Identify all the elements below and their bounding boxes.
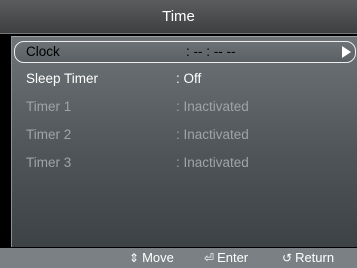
key-guide-bar: ⇕ Move ⏎ Enter ↺ Return — [0, 248, 357, 268]
menu-item-label: Timer 2 — [26, 127, 72, 142]
time-menu-panel: Clock : -- : -- -- Sleep Timer : Off Tim… — [11, 36, 357, 247]
key-guide-label: Enter — [217, 250, 249, 265]
menu-item-label: Timer 1 — [26, 99, 72, 114]
menu-item-clock[interactable]: Clock : -- : -- -- — [14, 41, 356, 63]
menu-item-label: Sleep Timer — [26, 71, 99, 86]
key-guide-return: ↺ Return — [282, 248, 334, 268]
menu-item-value: : -- : -- -- — [186, 44, 236, 59]
menu-item-value: : Inactivated — [176, 127, 249, 142]
menu-item-label: Clock — [26, 44, 60, 59]
menu-item-label: Timer 3 — [26, 155, 72, 170]
menu-title: Time — [0, 0, 357, 34]
key-guide-enter: ⏎ Enter — [204, 248, 248, 268]
return-icon: ↺ — [282, 251, 293, 265]
menu-item-value: : Inactivated — [176, 99, 249, 114]
tv-osd-screen: Time Clock : -- : -- -- Sleep Timer : Of… — [0, 0, 357, 268]
menu-item-timer-3: Timer 3 : Inactivated — [16, 153, 352, 173]
menu-item-value: : Off — [176, 71, 202, 86]
menu-item-timer-2: Timer 2 : Inactivated — [16, 125, 352, 145]
updown-arrows-icon: ⇕ — [129, 251, 140, 265]
arrow-right-icon — [342, 46, 351, 58]
menu-item-timer-1: Timer 1 : Inactivated — [16, 97, 352, 117]
key-guide-move: ⇕ Move — [129, 248, 174, 268]
menu-item-value: : Inactivated — [176, 155, 249, 170]
menu-item-sleep-timer[interactable]: Sleep Timer : Off — [16, 69, 352, 89]
key-guide-label: Move — [142, 250, 174, 265]
key-guide-label: Return — [295, 250, 335, 265]
enter-icon: ⏎ — [204, 251, 215, 265]
